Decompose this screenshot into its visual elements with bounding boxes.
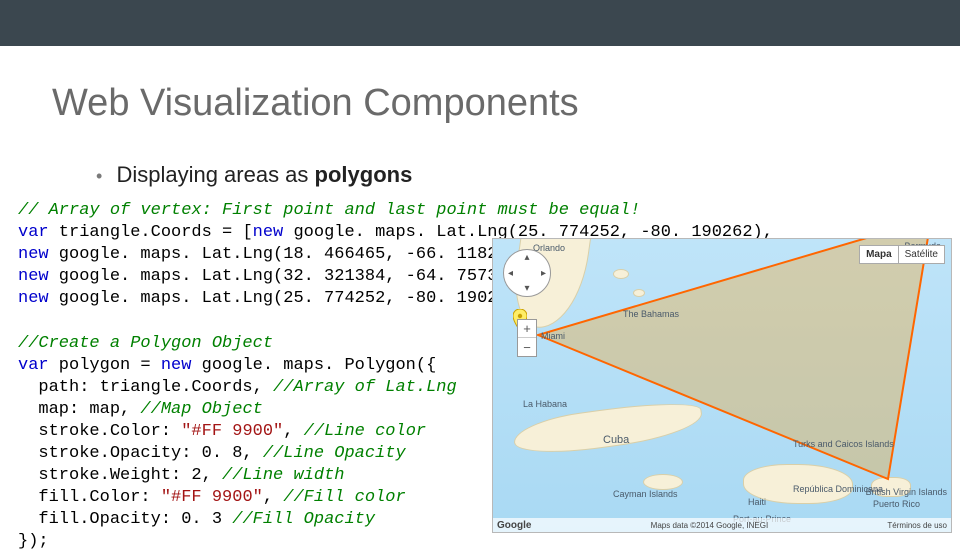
slide-title: Web Visualization Components xyxy=(52,82,579,125)
map-type-satellite[interactable]: Satélite xyxy=(898,245,945,264)
map-zoom-control: + − xyxy=(517,319,537,357)
code-text: stroke.Weight: 2, xyxy=(18,466,222,485)
code-comment: //Array of Lat.Lng xyxy=(273,378,457,397)
code-text: triangle.Coords = [ xyxy=(49,223,253,242)
code-keyword: new xyxy=(253,223,284,242)
code-keyword: new xyxy=(18,289,49,308)
map-label: The Bahamas xyxy=(623,309,679,319)
code-text: google. maps. Lat.Lng(18. 466465, -66. 1… xyxy=(49,245,539,264)
map-label: British Virgin Islands xyxy=(866,487,947,497)
code-comment: //Line Opacity xyxy=(263,444,406,463)
code-text: map: map, xyxy=(18,400,140,419)
code-text: fill.Opacity: 0. 3 xyxy=(18,510,232,529)
slide-top-bar xyxy=(0,0,960,46)
code-text: google. maps. Lat.Lng(25. 774252, -80. 1… xyxy=(49,289,549,308)
pan-right-icon[interactable]: ▸ xyxy=(541,268,546,279)
code-comment: //Fill color xyxy=(283,488,405,507)
map-label: Puerto Rico xyxy=(873,499,920,509)
code-comment: //Fill Opacity xyxy=(232,510,375,529)
map-label: Cayman Islands xyxy=(613,489,678,499)
map-label: Turks and Caicos Islands xyxy=(793,439,894,449)
map-label: Cuba xyxy=(603,434,629,446)
google-logo: Google xyxy=(497,520,531,531)
map-credit-text: Maps data ©2014 Google, INEGI xyxy=(651,521,769,530)
map-credit-bar: Google Maps data ©2014 Google, INEGI Tér… xyxy=(493,518,951,532)
map-terms-link[interactable]: Términos de uso xyxy=(887,521,947,530)
code-string: "#FF 9900" xyxy=(161,488,263,507)
map-label: Haiti xyxy=(748,497,766,507)
code-comment: //Create a Polygon Object xyxy=(18,334,273,353)
bullet-bold: polygons xyxy=(315,162,413,187)
code-comment: //Line width xyxy=(222,466,344,485)
code-text: polygon = xyxy=(49,356,161,375)
map-type-map[interactable]: Mapa xyxy=(859,245,898,264)
code-keyword: new xyxy=(18,267,49,286)
code-text: , xyxy=(263,488,283,507)
zoom-out-button[interactable]: − xyxy=(518,338,536,356)
code-text: path: triangle.Coords, xyxy=(18,378,273,397)
code-text: , xyxy=(283,422,303,441)
code-keyword: var xyxy=(18,356,49,375)
code-string: "#FF 9900" xyxy=(181,422,283,441)
bullet-dot-icon: • xyxy=(96,166,102,186)
code-text: fill.Color: xyxy=(18,488,161,507)
code-keyword: new xyxy=(18,245,49,264)
map-pan-control[interactable]: ▴ ▾ ◂ ▸ xyxy=(503,249,551,297)
code-keyword: new xyxy=(161,356,192,375)
zoom-in-button[interactable]: + xyxy=(518,320,536,338)
bullet-text: Displaying areas as xyxy=(116,162,314,187)
map-label: Miami xyxy=(541,331,565,341)
pan-left-icon[interactable]: ◂ xyxy=(508,268,513,279)
map-embed[interactable]: Orlando Miami The Bahamas Bermuda La Hab… xyxy=(492,238,952,533)
code-text: google. maps. Lat.Lng(32. 321384, -64. 7… xyxy=(49,267,528,286)
code-comment: //Map Object xyxy=(140,400,262,419)
code-comment: //Line color xyxy=(304,422,426,441)
code-comment: // Array of vertex: First point and last… xyxy=(18,201,640,220)
code-text: }); xyxy=(18,532,49,551)
map-type-switcher: Mapa Satélite xyxy=(859,245,945,264)
code-text: stroke.Opacity: 0. 8, xyxy=(18,444,263,463)
pan-up-icon[interactable]: ▴ xyxy=(524,252,529,263)
map-label: La Habana xyxy=(523,399,567,409)
code-keyword: var xyxy=(18,223,49,242)
bullet-item: • Displaying areas as polygons xyxy=(96,162,412,188)
code-text: google. maps. Polygon({ xyxy=(191,356,436,375)
pan-down-icon[interactable]: ▾ xyxy=(524,283,529,294)
code-text: stroke.Color: xyxy=(18,422,181,441)
